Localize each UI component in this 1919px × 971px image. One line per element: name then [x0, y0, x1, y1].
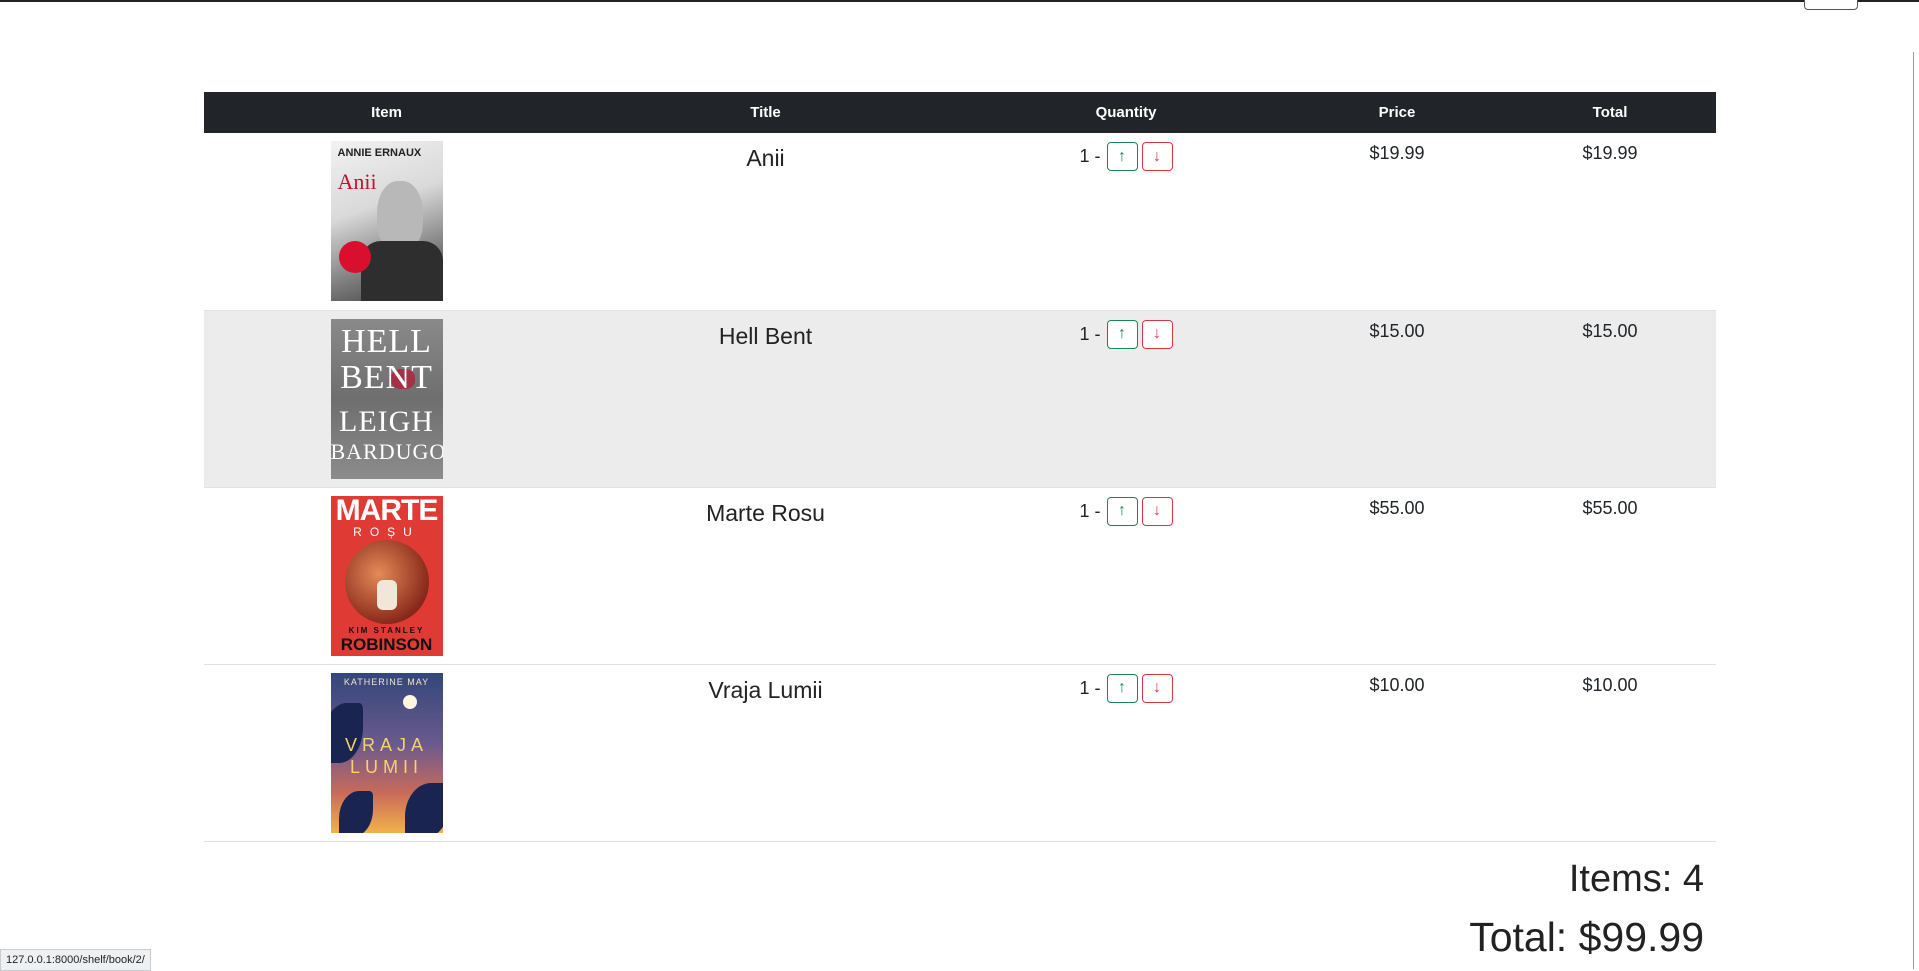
column-header-price: Price [1290, 92, 1504, 133]
cart-item-count: Items: 4 [1568, 858, 1704, 900]
title-cell: Marte Rosu [569, 487, 962, 665]
cover-author-line-1: KIM STANLEY [348, 625, 425, 635]
column-header-title: Title [569, 92, 962, 133]
increase-quantity-button[interactable]: ↑ [1106, 673, 1138, 703]
decrease-quantity-button[interactable]: ↓ [1141, 496, 1173, 526]
quantity-stepper: 1 - ↑ ↓ [1079, 673, 1173, 703]
cover-sticker [338, 241, 371, 273]
quantity-value: 1 - [1079, 146, 1101, 166]
title-cell: Vraja Lumii [569, 664, 962, 842]
arrow-up-icon: ↑ [1118, 679, 1126, 696]
line-total: $10.00 [1582, 674, 1638, 695]
price-cell: $19.99 [1290, 133, 1504, 311]
cart-table: Item Title Quantity Price Total ANNIE ER… [204, 92, 1716, 842]
decrease-quantity-button[interactable]: ↓ [1141, 673, 1173, 703]
cover-astronaut [376, 579, 397, 610]
cover-author: ANNIE ERNAUX [337, 147, 422, 159]
arrow-down-icon: ↓ [1153, 147, 1161, 165]
total-cell: $10.00 [1504, 664, 1716, 842]
navbar-toggle-button[interactable] [1804, 0, 1858, 10]
unit-price: $10.00 [1369, 674, 1425, 695]
table-row: KATHERINE MAY VRAJA LUMII Vraja Lumii 1 … [204, 664, 1716, 842]
book-cover-image[interactable]: MARTE ROȘU KIM STANLEY ROBINSON [330, 495, 443, 656]
item-cell: ANNIE ERNAUX Anii [204, 133, 569, 311]
arrow-up-icon: ↑ [1118, 325, 1126, 342]
book-cover-image[interactable]: HELL BENT LEIGH BARDUGO [330, 318, 443, 479]
quantity-cell: 1 - ↑ ↓ [962, 487, 1290, 665]
top-navbar-border [0, 0, 1919, 2]
quantity-stepper: 1 - ↑ ↓ [1079, 319, 1173, 349]
arrow-down-icon: ↓ [1153, 502, 1161, 519]
table-row: MARTE ROȘU KIM STANLEY ROBINSON Marte Ro… [204, 487, 1716, 665]
line-total: $19.99 [1582, 143, 1638, 163]
price-cell: $10.00 [1290, 664, 1504, 842]
cover-title-line-1: MARTE [335, 495, 439, 527]
cover-author-line-2: BARDUGO [330, 438, 443, 464]
arrow-up-icon: ↑ [1118, 147, 1126, 165]
increase-quantity-button[interactable]: ↑ [1106, 142, 1138, 171]
total-cell: $15.00 [1504, 310, 1716, 488]
book-title: Marte Rosu [706, 499, 825, 526]
book-cover-image[interactable]: KATHERINE MAY VRAJA LUMII [330, 672, 443, 833]
cover-portrait-body [360, 241, 443, 301]
cover-author-line-2: ROBINSON [340, 634, 433, 654]
line-total: $55.00 [1582, 497, 1638, 518]
cover-author: KATHERINE MAY [343, 676, 430, 687]
quantity-value: 1 - [1079, 677, 1101, 698]
book-title: Hell Bent [718, 322, 813, 349]
cover-title-line-2: LUMII [349, 756, 423, 777]
total-cell: $55.00 [1504, 487, 1716, 665]
quantity-stepper: 1 - ↑ ↓ [1079, 142, 1173, 171]
column-header-quantity: Quantity [962, 92, 1290, 133]
quantity-value: 1 - [1079, 500, 1101, 521]
page-scrollbar[interactable] [1913, 52, 1914, 969]
increase-quantity-button[interactable]: ↑ [1106, 496, 1138, 526]
cover-leaf [338, 790, 373, 833]
quantity-cell: 1 - ↑ ↓ [962, 133, 1290, 311]
quantity-value: 1 - [1079, 323, 1101, 344]
unit-price: $15.00 [1369, 320, 1425, 341]
price-cell: $15.00 [1290, 310, 1504, 488]
cover-leaf [404, 782, 443, 833]
book-title: Vraja Lumii [708, 676, 823, 703]
price-cell: $55.00 [1290, 487, 1504, 665]
arrow-down-icon: ↓ [1153, 679, 1161, 696]
table-row: HELL BENT LEIGH BARDUGO Hell Bent 1 - ↑ … [204, 310, 1716, 488]
title-cell: Hell Bent [569, 310, 962, 488]
item-cell: HELL BENT LEIGH BARDUGO [204, 310, 569, 488]
table-row: ANNIE ERNAUX Anii Anii 1 - ↑ ↓ $19.99 $1… [204, 133, 1716, 311]
cover-moon [402, 694, 417, 709]
cover-title: Anii [337, 169, 377, 194]
cover-author-line-1: LEIGH [339, 404, 434, 438]
decrease-quantity-button[interactable]: ↓ [1141, 142, 1173, 171]
book-title: Anii [746, 145, 785, 171]
column-header-total: Total [1504, 92, 1716, 133]
total-cell: $19.99 [1504, 133, 1716, 311]
quantity-stepper: 1 - ↑ ↓ [1079, 496, 1173, 526]
increase-quantity-button[interactable]: ↑ [1106, 319, 1138, 349]
decrease-quantity-button[interactable]: ↓ [1141, 319, 1173, 349]
cover-title-line-2: ROȘU [353, 524, 420, 539]
cover-title-line-1: VRAJA [344, 734, 429, 755]
line-total: $15.00 [1582, 320, 1638, 341]
status-bar-link-preview: 127.0.0.1:8000/shelf/book/2/ [0, 949, 151, 971]
title-cell: Anii [569, 133, 962, 311]
cart-table-header: Item Title Quantity Price Total [204, 92, 1716, 133]
quantity-cell: 1 - ↑ ↓ [962, 310, 1290, 488]
cover-title-line-1: HELL [341, 322, 432, 360]
cover-title-line-2: BENT [340, 358, 433, 396]
column-header-item: Item [204, 92, 569, 133]
item-cell: MARTE ROȘU KIM STANLEY ROBINSON [204, 487, 569, 665]
quantity-cell: 1 - ↑ ↓ [962, 664, 1290, 842]
arrow-down-icon: ↓ [1153, 325, 1161, 342]
unit-price: $55.00 [1369, 497, 1425, 518]
arrow-up-icon: ↑ [1118, 502, 1126, 519]
book-cover-image[interactable]: ANNIE ERNAUX Anii [330, 141, 443, 301]
item-cell: KATHERINE MAY VRAJA LUMII [204, 664, 569, 842]
cart-total: Total: $99.99 [1469, 914, 1704, 960]
unit-price: $19.99 [1369, 143, 1425, 163]
